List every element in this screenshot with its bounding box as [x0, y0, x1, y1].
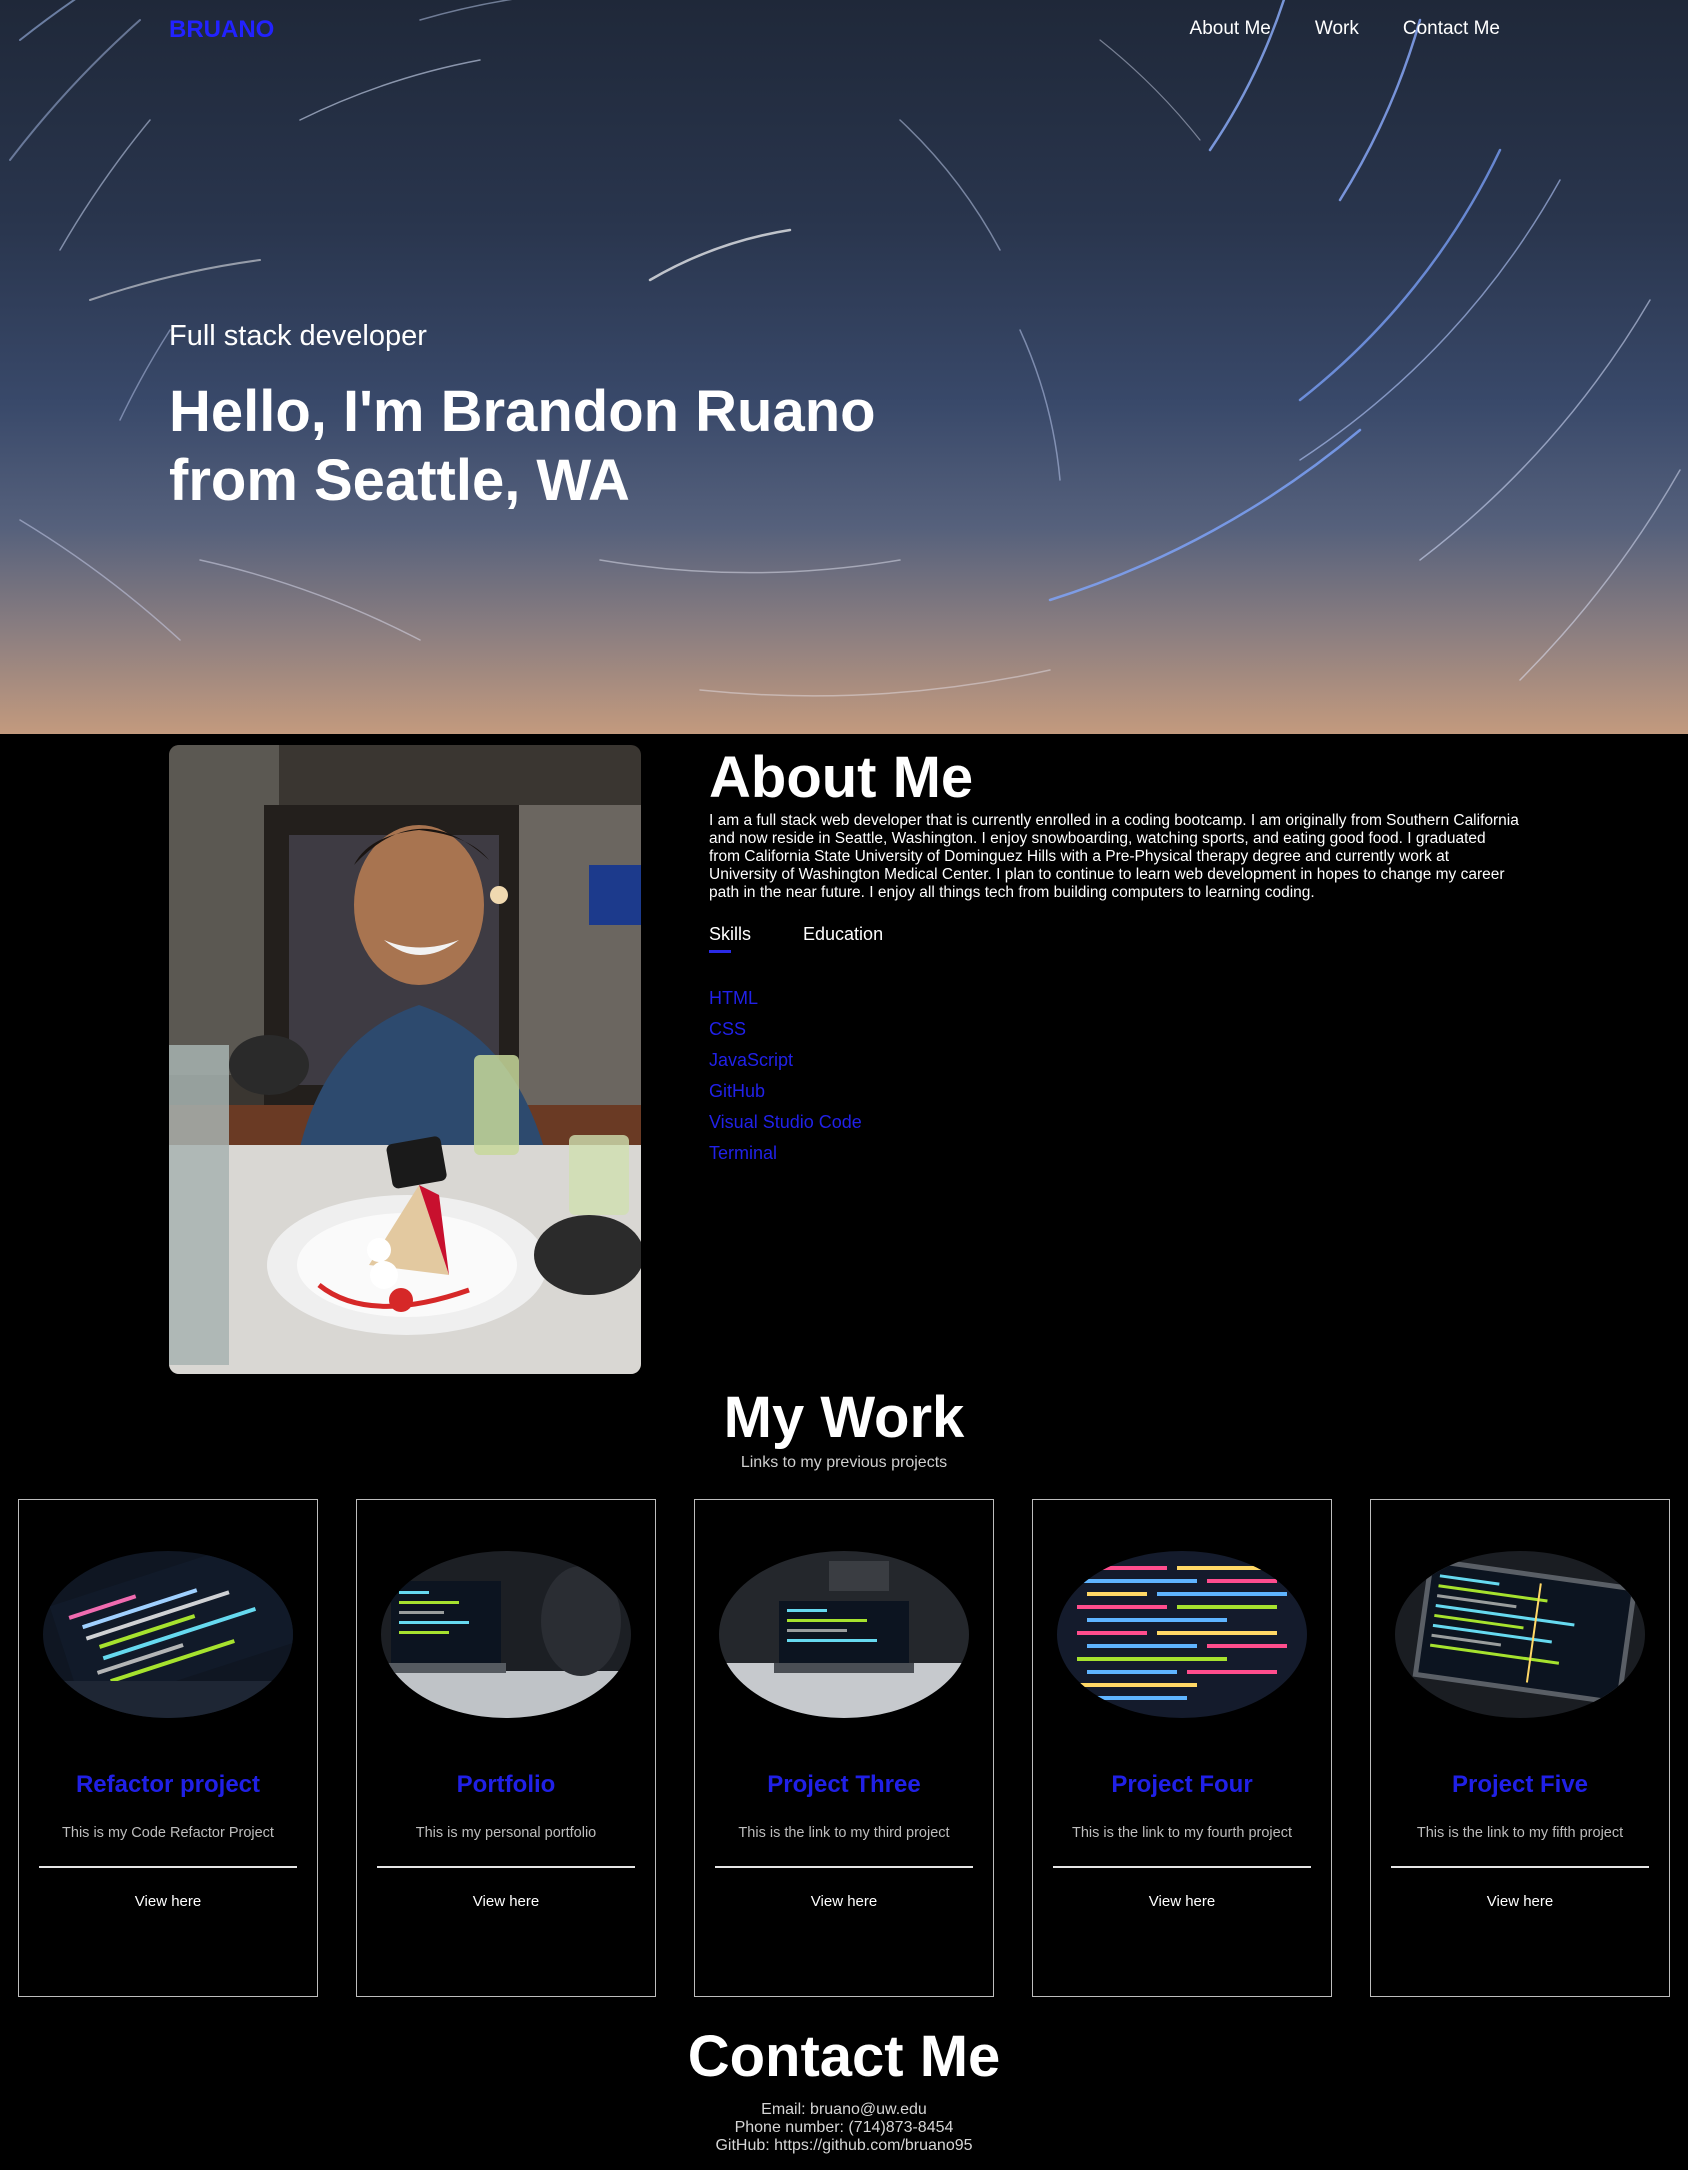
- view-project-link[interactable]: View here: [1033, 1893, 1331, 1910]
- hero-section: BRUANO About Me Work Contact Me Full sta…: [0, 0, 1688, 734]
- star-trails-background: [9, 0, 1681, 697]
- skill-item: CSS: [709, 1019, 747, 1039]
- work-heading: My Work: [723, 1385, 965, 1450]
- project-cards: Refactor project This is my Code Refacto…: [18, 1499, 1670, 1997]
- nav-work[interactable]: Work: [1315, 18, 1359, 40]
- nav-about-me[interactable]: About Me: [1190, 18, 1271, 40]
- card-divider: [715, 1866, 973, 1868]
- hero-title: Hello, I'm Brandon Ruano from Seattle, W…: [169, 379, 876, 513]
- brand-logo[interactable]: BRUANO: [169, 16, 274, 44]
- main-nav: About Me Work Contact Me: [1190, 18, 1500, 40]
- tab-skills[interactable]: Skills: [709, 924, 751, 953]
- project-card-4: Project Four This is the link to my four…: [1032, 1499, 1332, 1997]
- project-title: Portfolio: [456, 1771, 556, 1798]
- contact-heading: Contact Me: [687, 2024, 1001, 2089]
- contact-phone: Phone number: (714)873-8454: [734, 2119, 954, 2136]
- card-divider: [39, 1866, 297, 1868]
- project-description: This is the link to my third project: [738, 1825, 950, 1841]
- view-project-link[interactable]: View here: [19, 1893, 317, 1910]
- project-thumbnail: [381, 1551, 631, 1718]
- skill-item: HTML: [709, 988, 758, 1008]
- profile-photo: [169, 745, 641, 1374]
- view-project-link[interactable]: View here: [695, 1893, 993, 1910]
- skill-item: GitHub: [709, 1081, 766, 1101]
- nav-contact-me[interactable]: Contact Me: [1403, 18, 1500, 40]
- skill-item: Terminal: [709, 1143, 778, 1163]
- project-card-3: Project Three This is the link to my thi…: [694, 1499, 994, 1997]
- project-thumbnail: [43, 1551, 293, 1718]
- card-divider: [1391, 1866, 1649, 1868]
- project-title: Project Three: [767, 1771, 921, 1798]
- project-title: Project Five: [1451, 1771, 1589, 1798]
- work-subtitle: Links to my previous projects: [740, 1454, 948, 1471]
- about-body: I am a full stack web developer that is …: [709, 812, 1519, 901]
- project-card-5: Project Five This is the link to my fift…: [1370, 1499, 1670, 1997]
- project-card-1: Refactor project This is my Code Refacto…: [18, 1499, 318, 1997]
- contact-email: Email: bruano@uw.edu: [761, 2101, 927, 2118]
- project-title: Refactor project: [75, 1771, 261, 1798]
- project-thumbnail: [719, 1551, 969, 1718]
- contact-info: Email: bruano@uw.edu Phone number: (714)…: [0, 2101, 1688, 2155]
- about-tabs: Skills Education: [709, 924, 1519, 953]
- contact-github: GitHub: https://github.com/bruano95: [715, 2137, 973, 2154]
- about-heading: About Me: [709, 745, 974, 810]
- project-card-2: Portfolio This is my personal portfolio …: [356, 1499, 656, 1997]
- project-title: Project Four: [1111, 1771, 1253, 1798]
- project-thumbnail: [1395, 1551, 1645, 1718]
- project-description: This is the link to my fifth project: [1416, 1825, 1624, 1841]
- view-project-link[interactable]: View here: [357, 1893, 655, 1910]
- project-description: This is my Code Refactor Project: [62, 1825, 274, 1841]
- project-description: This is the link to my fourth project: [1072, 1825, 1292, 1841]
- card-divider: [377, 1866, 635, 1868]
- card-divider: [1053, 1866, 1311, 1868]
- skills-list: HTML CSS JavaScript GitHub Visual Studio…: [709, 983, 1519, 1169]
- hero-subtitle: Full stack developer: [169, 320, 427, 352]
- skill-item: Visual Studio Code: [709, 1112, 862, 1132]
- tab-education[interactable]: Education: [803, 924, 883, 953]
- about-section: About Me I am a full stack web developer…: [709, 745, 1519, 1169]
- project-thumbnail: [1057, 1551, 1307, 1718]
- view-project-link[interactable]: View here: [1371, 1893, 1669, 1910]
- project-description: This is my personal portfolio: [415, 1825, 597, 1841]
- skill-item: JavaScript: [709, 1050, 794, 1070]
